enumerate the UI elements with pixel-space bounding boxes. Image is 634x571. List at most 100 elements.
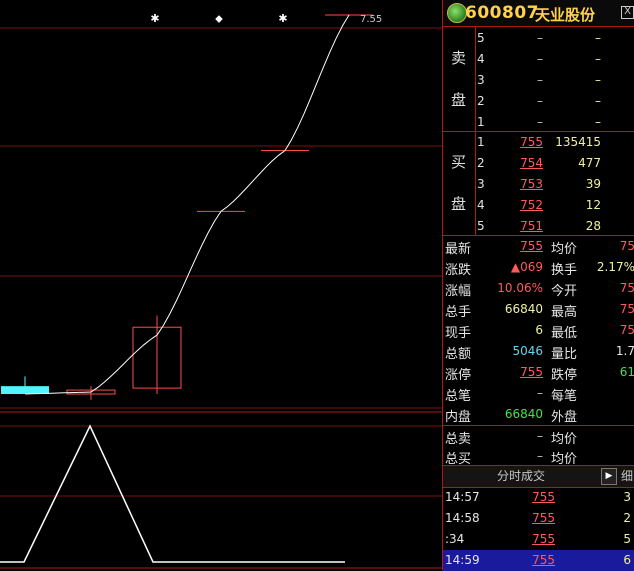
- stat-row: 涨幅 10.06% 今开 75: [443, 278, 634, 299]
- stat-value: 75: [619, 281, 634, 295]
- stat-label: 涨幅: [445, 284, 472, 299]
- tick-price: 755: [532, 553, 555, 567]
- stock-code: 600807: [465, 3, 539, 23]
- stat-label: 均价: [551, 432, 578, 447]
- stat-label: 跌停: [551, 368, 578, 383]
- arrow-right-icon[interactable]: ▶: [601, 468, 617, 485]
- kline-chart: ✱ ⬥ ✱ 7.55: [0, 12, 442, 569]
- order-price: 754: [520, 156, 543, 170]
- tick-row[interactable]: 14:57 755 3: [443, 487, 634, 508]
- tick-row[interactable]: 14:58 755 2: [443, 508, 634, 529]
- order-volume: –: [595, 73, 601, 87]
- order-level: 1: [477, 135, 485, 149]
- quote-title-bar: 600807 天业股份 X: [443, 0, 634, 27]
- stat-row: 涨跌 ▲069 换手 2.17%: [443, 257, 634, 278]
- logo-icon: [447, 3, 467, 23]
- chart-marker: ✱: [278, 12, 287, 25]
- buy-orders: 买 盘 1 755 135415 2 754 477 3 753 39 4 752 12 5 751 28: [443, 131, 634, 236]
- sell-order-row: 4 – –: [443, 49, 634, 70]
- sell-orders: 卖 盘 5– –4– –3– –2– –1– –: [443, 27, 634, 132]
- buy-order-row: 4 752 12: [443, 195, 634, 216]
- stat-label: 总卖: [445, 432, 472, 447]
- stat-label: 涨跌: [445, 263, 472, 278]
- tick-price: 755: [532, 490, 555, 504]
- close-icon[interactable]: X: [621, 6, 634, 19]
- stat-label: 外盘: [551, 410, 578, 425]
- stat-label: 最低: [551, 326, 578, 341]
- stat-label: 量比: [551, 347, 578, 362]
- chart-markers: ✱ ⬥ ✱: [150, 12, 287, 25]
- stat-row: 总笔 – 每笔: [443, 383, 634, 404]
- stat-label: 总手: [445, 305, 472, 320]
- ma-line: [24, 14, 350, 395]
- order-price: 755: [520, 135, 543, 149]
- tick-time: 14:57: [445, 490, 480, 504]
- candle: [132, 315, 182, 394]
- stat-value: 75: [619, 239, 634, 253]
- sell-order-row: 5 – –: [443, 28, 634, 49]
- stat-label: 现手: [445, 326, 472, 341]
- order-price: –: [537, 115, 543, 129]
- top-price-label: 7.55: [360, 14, 382, 25]
- tick-volume: 3: [623, 490, 631, 504]
- stat-value: 6: [535, 323, 543, 337]
- stat-row: 涨停 755 跌停 61: [443, 362, 634, 383]
- stat-label: 每笔: [551, 389, 578, 404]
- chart-grid: [0, 27, 442, 569]
- tick-row[interactable]: 14:59 755 6: [443, 550, 634, 571]
- order-level: 2: [477, 94, 485, 108]
- tab-ticks[interactable]: 分时成交: [443, 466, 599, 487]
- order-volume: 135415: [555, 135, 601, 149]
- stat-row: 总卖 – 均价: [443, 425, 634, 447]
- order-volume: 477: [578, 156, 601, 170]
- order-price: 753: [520, 177, 543, 191]
- stat-value: 75: [619, 302, 634, 316]
- stat-value: –: [537, 429, 543, 443]
- tick-time: 14:59: [445, 553, 480, 567]
- ticks-tab-bar: 分时成交 ▶ 细: [443, 465, 634, 488]
- stock-name: 天业股份: [535, 6, 596, 24]
- order-volume: 28: [585, 219, 601, 233]
- tick-row[interactable]: :34 755 5: [443, 529, 634, 550]
- stat-value: 61: [619, 365, 634, 379]
- order-level: 3: [477, 177, 485, 191]
- stat-label: 总额: [445, 347, 472, 362]
- tick-volume: 2: [623, 511, 631, 525]
- tick-time: :34: [445, 532, 465, 546]
- stat-label: 涨停: [445, 368, 472, 383]
- quote-panel: 600807 天业股份 X 卖 盘 5– –4– –3– –2– –1– – 买 盘 17…: [442, 0, 634, 571]
- stat-label: 最高: [551, 305, 578, 320]
- order-level: 5: [477, 219, 485, 233]
- stat-value: –: [537, 449, 543, 463]
- order-volume: –: [595, 115, 601, 129]
- tick-price: 755: [532, 532, 555, 546]
- order-price: 751: [520, 219, 543, 233]
- stat-row: 内盘 66840 外盘: [443, 404, 634, 426]
- stat-row: 总手 66840 最高 75: [443, 299, 634, 320]
- stat-value: ▲069: [510, 260, 543, 274]
- tab-detail[interactable]: 细: [621, 466, 633, 487]
- tick-volume: 6: [623, 553, 631, 567]
- stat-value: 66840: [504, 407, 543, 421]
- order-volume: –: [595, 94, 601, 108]
- order-level: 4: [477, 52, 485, 66]
- stat-value: 10.06%: [497, 281, 543, 295]
- stat-label: 最新: [445, 242, 472, 257]
- buy-order-row: 3 753 39: [443, 174, 634, 195]
- stat-row: 最新 755 均价 75: [443, 236, 634, 257]
- order-volume: –: [595, 31, 601, 45]
- volume-line: [0, 424, 345, 563]
- stat-row: 总额 5046 量比 1.7: [443, 341, 634, 362]
- buy-order-row: 2 754 477: [443, 153, 634, 174]
- stat-value: 2.17%: [596, 260, 634, 274]
- order-price: 752: [520, 198, 543, 212]
- order-price: –: [537, 94, 543, 108]
- stat-value: –: [537, 386, 543, 400]
- sell-order-row: 3 – –: [443, 70, 634, 91]
- order-price: –: [537, 73, 543, 87]
- stat-label: 换手: [551, 263, 578, 278]
- order-volume: –: [595, 52, 601, 66]
- candles: [1, 14, 373, 400]
- order-level: 2: [477, 156, 485, 170]
- order-level: 3: [477, 73, 485, 87]
